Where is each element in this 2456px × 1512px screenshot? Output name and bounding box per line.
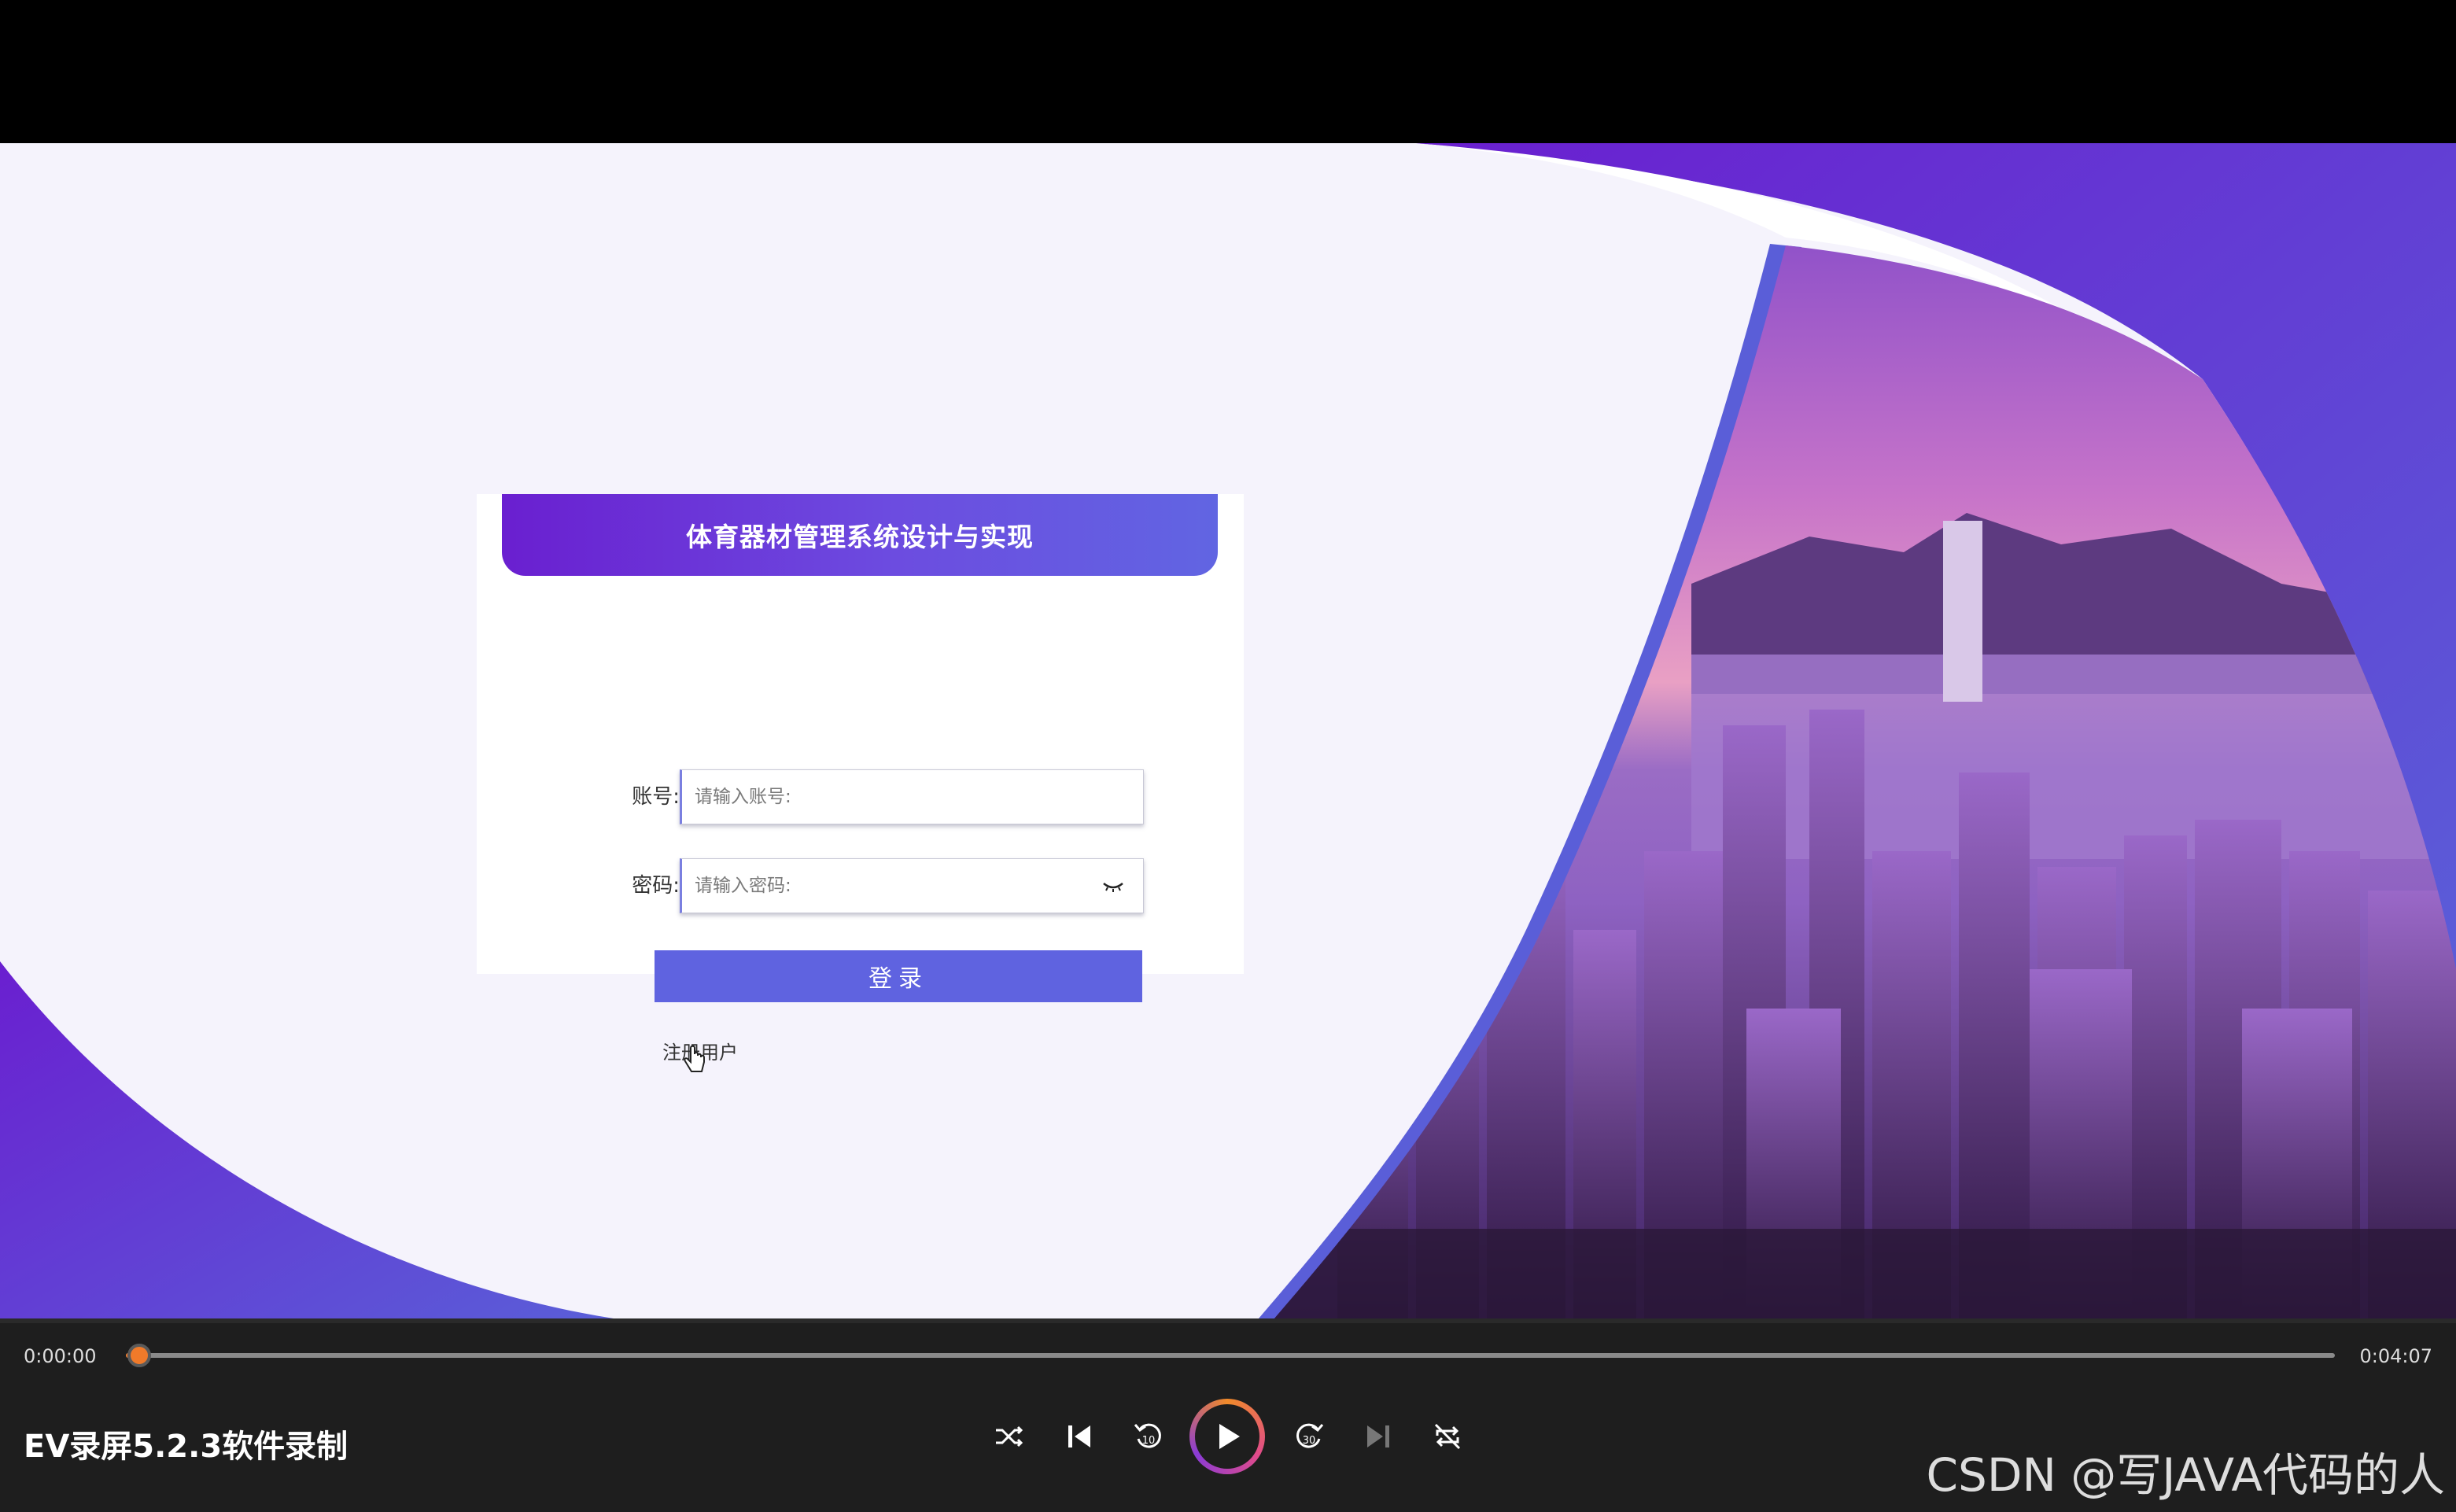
account-row: 账号: bbox=[477, 769, 1244, 824]
login-card: 体育器材管理系统设计与实现 账号: 密码: 登录 注册用户 bbox=[477, 494, 1244, 1072]
account-input[interactable] bbox=[680, 769, 1144, 824]
password-label: 密码: bbox=[632, 874, 680, 898]
login-title: 体育器材管理系统设计与实现 bbox=[686, 522, 1034, 552]
eye-closed-icon[interactable] bbox=[1101, 876, 1125, 896]
rewind-10-button[interactable]: 10 bbox=[1132, 1420, 1165, 1453]
repeat-icon bbox=[1434, 1423, 1461, 1450]
forward-30-icon: 30 bbox=[1296, 1423, 1324, 1448]
progress-thumb[interactable] bbox=[127, 1344, 151, 1367]
svg-text:30: 30 bbox=[1303, 1435, 1316, 1447]
progress-bar[interactable] bbox=[126, 1353, 2335, 1358]
top-black-bar bbox=[0, 0, 2456, 143]
current-time: 0:00:00 bbox=[24, 1345, 97, 1367]
video-frame: 体育器材管理系统设计与实现 账号: 密码: 登录 注册用户 bbox=[0, 143, 2456, 1318]
shuffle-button[interactable] bbox=[993, 1421, 1024, 1452]
login-header: 体育器材管理系统设计与实现 bbox=[502, 494, 1218, 576]
player-controls: 0:00:00 0:04:07 EV录屏5.2.3软件录制 10 30 CSDN… bbox=[0, 1318, 2456, 1512]
svg-text:10: 10 bbox=[1142, 1435, 1156, 1447]
recording-caption: EV录屏5.2.3软件录制 bbox=[24, 1429, 348, 1465]
play-button[interactable] bbox=[1189, 1399, 1265, 1474]
controls-divider bbox=[0, 1318, 2456, 1323]
skip-previous-icon bbox=[1068, 1425, 1090, 1447]
next-button[interactable] bbox=[1363, 1421, 1394, 1452]
skip-next-icon bbox=[1367, 1425, 1389, 1447]
account-label: 账号: bbox=[632, 785, 680, 809]
password-row: 密码: bbox=[477, 858, 1244, 913]
total-time: 0:04:07 bbox=[2359, 1345, 2432, 1367]
rewind-10-icon: 10 bbox=[1134, 1423, 1161, 1448]
login-button[interactable]: 登录 bbox=[655, 950, 1142, 1002]
play-icon bbox=[1219, 1424, 1240, 1449]
repeat-button[interactable] bbox=[1431, 1420, 1464, 1453]
hand-cursor-icon bbox=[684, 1045, 705, 1072]
shuffle-icon bbox=[996, 1425, 1023, 1447]
previous-button[interactable] bbox=[1064, 1421, 1095, 1452]
watermark: CSDN @写JAVA代码的人 bbox=[1926, 1448, 2446, 1502]
forward-30-button[interactable]: 30 bbox=[1293, 1420, 1326, 1453]
password-input[interactable] bbox=[680, 858, 1144, 913]
